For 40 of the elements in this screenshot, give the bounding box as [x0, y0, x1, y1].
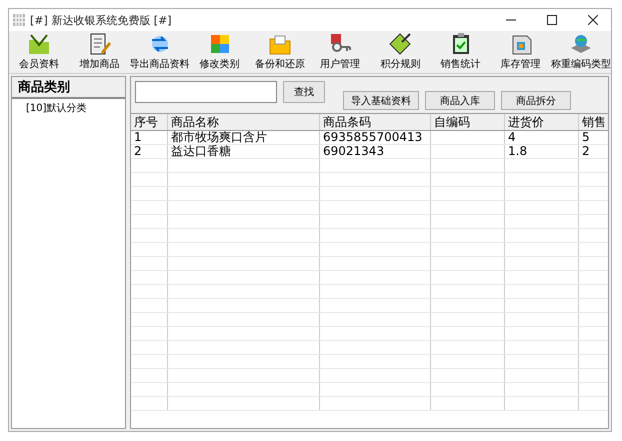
toolbar-button[interactable]: 库存管理	[490, 31, 551, 73]
table-cell: 6935855700413	[320, 131, 431, 144]
column-header[interactable]: 自编码	[431, 114, 505, 130]
window-title: [#] 新达收银系统免费版 [#]	[30, 12, 173, 28]
column-header[interactable]: 商品名称	[168, 114, 320, 130]
table-cell: 1	[131, 131, 168, 144]
table-cell: 益达口香糖	[168, 145, 320, 158]
toolbar-button[interactable]: 销售统计	[430, 31, 491, 73]
search-field[interactable]	[135, 81, 277, 103]
toolbar-button[interactable]: 备份和还原	[250, 31, 310, 73]
maximize-icon	[547, 15, 557, 25]
toolbar-button[interactable]: 会员资料	[9, 31, 70, 73]
action-button[interactable]: 商品拆分	[501, 91, 571, 110]
table-cell: 都市牧场爽口含片	[168, 131, 320, 144]
toolbar-button[interactable]: 积分规则	[370, 31, 430, 73]
app-icon	[13, 14, 25, 26]
table-cell: 5	[579, 131, 608, 144]
close-icon	[588, 15, 598, 25]
toolbar-button[interactable]: 增加商品	[69, 31, 130, 73]
toolbar-button[interactable]: 用户管理	[310, 31, 370, 73]
tree-item[interactable]: [10]默认分类	[12, 99, 125, 117]
search-button[interactable]: 查找	[283, 81, 325, 103]
toolbar-button[interactable]: 称重编码类型	[550, 31, 612, 73]
table-cell: 1.8	[505, 145, 579, 158]
scale-icon	[568, 32, 593, 56]
column-header[interactable]: 销售	[579, 114, 608, 130]
panel-title: 商品类别	[12, 77, 125, 99]
toolbar-button[interactable]: 导出商品资料	[129, 31, 190, 73]
table-cell: 2	[579, 145, 608, 158]
column-header[interactable]: 序号	[131, 114, 168, 130]
table-cell: 4	[505, 131, 579, 144]
table-cell: 69021343	[320, 145, 431, 158]
folder-icon	[27, 32, 52, 56]
column-header[interactable]: 进货价	[505, 114, 579, 130]
column-header[interactable]: 商品条码	[320, 114, 431, 130]
toolbar-button[interactable]: 修改类别	[190, 31, 250, 73]
diamond-icon	[388, 32, 412, 56]
action-button[interactable]: 商品入库	[425, 91, 495, 110]
table-cell: 2	[131, 145, 168, 158]
action-button[interactable]: 导入基础资料	[343, 91, 419, 110]
